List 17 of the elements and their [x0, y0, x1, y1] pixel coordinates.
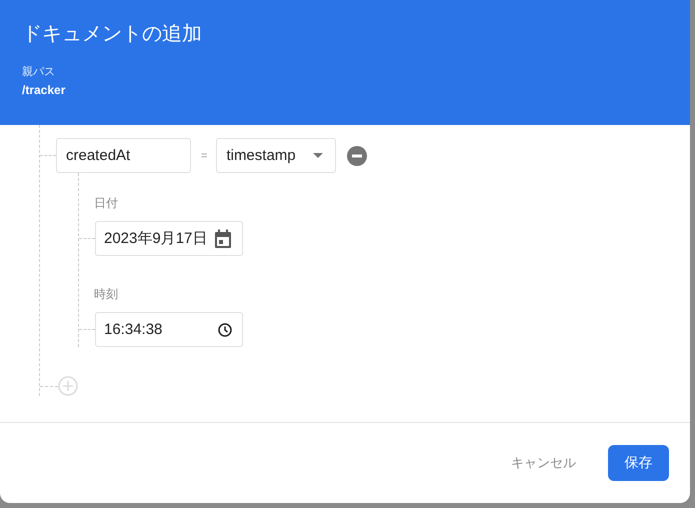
remove-icon[interactable]	[347, 146, 368, 166]
equals-sign: =	[201, 150, 208, 162]
parent-path-value: /tracker	[22, 82, 66, 98]
time-input[interactable]: 16:34:38	[95, 312, 243, 347]
date-label: 日付	[94, 195, 119, 211]
calendar-icon[interactable]	[214, 228, 232, 248]
parent-path-label: 親パス	[22, 65, 56, 79]
dialog-title: ドキュメントの追加	[22, 22, 203, 46]
field-name-input[interactable]: createdAt	[56, 138, 191, 173]
clock-icon[interactable]	[218, 322, 232, 336]
time-label: 時刻	[94, 286, 119, 302]
add-field-icon[interactable]	[58, 376, 78, 396]
date-input[interactable]: 2023年9月17日	[95, 221, 243, 256]
type-dropdown[interactable]: timestamp	[216, 138, 336, 173]
save-button[interactable]: 保存	[608, 445, 669, 481]
caret-icon	[313, 153, 324, 158]
cancel-button[interactable]: キャンセル	[507, 446, 580, 480]
